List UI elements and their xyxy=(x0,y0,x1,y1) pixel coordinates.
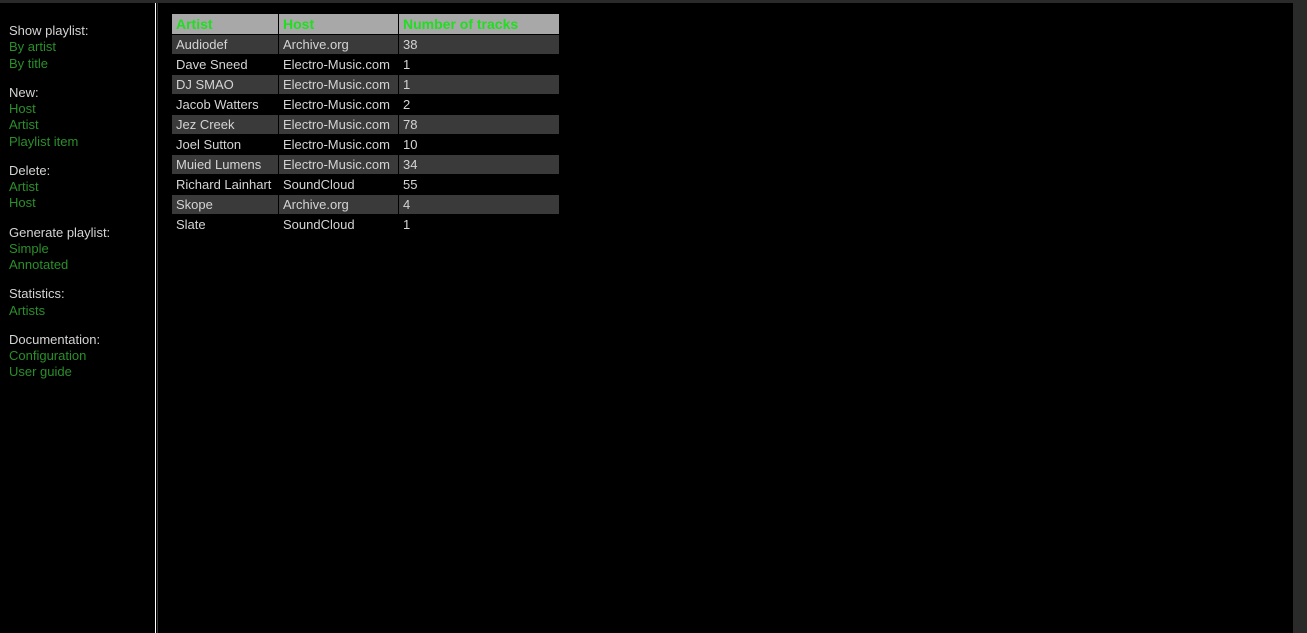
link-delete-artist[interactable]: Artist xyxy=(9,179,155,195)
link-generate-annotated[interactable]: Annotated xyxy=(9,257,155,273)
sidebar: Show playlist: By artist By title New: H… xyxy=(0,3,155,633)
table-row: AudiodefArchive.org38 xyxy=(172,35,559,54)
link-new-host[interactable]: Host xyxy=(9,101,155,117)
link-doc-configuration[interactable]: Configuration xyxy=(9,348,155,364)
section-show-playlist: Show playlist: By artist By title xyxy=(9,23,155,72)
table-row: SlateSoundCloud1 xyxy=(172,215,559,234)
cell-artist: Jacob Watters xyxy=(172,95,278,114)
cell-host: Archive.org xyxy=(279,35,398,54)
header-artist[interactable]: Artist xyxy=(172,14,278,34)
cell-tracks: 55 xyxy=(399,175,559,194)
section-generate-playlist: Generate playlist: Simple Annotated xyxy=(9,225,155,274)
cell-artist: Audiodef xyxy=(172,35,278,54)
link-doc-user-guide[interactable]: User guide xyxy=(9,364,155,380)
table-row: DJ SMAOElectro-Music.com1 xyxy=(172,75,559,94)
cell-artist: DJ SMAO xyxy=(172,75,278,94)
table-row: Jez CreekElectro-Music.com78 xyxy=(172,115,559,134)
cell-host: Electro-Music.com xyxy=(279,135,398,154)
link-by-title[interactable]: By title xyxy=(9,56,155,72)
label-new: New: xyxy=(9,85,155,101)
table-row: Jacob WattersElectro-Music.com2 xyxy=(172,95,559,114)
table-row: Muied LumensElectro-Music.com34 xyxy=(172,155,559,174)
cell-artist: Dave Sneed xyxy=(172,55,278,74)
cell-tracks: 1 xyxy=(399,75,559,94)
link-generate-simple[interactable]: Simple xyxy=(9,241,155,257)
cell-host: SoundCloud xyxy=(279,175,398,194)
main-content: Artist Host Number of tracks AudiodefArc… xyxy=(155,3,1307,633)
link-delete-host[interactable]: Host xyxy=(9,195,155,211)
section-documentation: Documentation: Configuration User guide xyxy=(9,332,155,381)
cell-tracks: 1 xyxy=(399,215,559,234)
section-new: New: Host Artist Playlist item xyxy=(9,85,155,150)
cell-tracks: 4 xyxy=(399,195,559,214)
section-delete: Delete: Artist Host xyxy=(9,163,155,212)
cell-artist: Joel Sutton xyxy=(172,135,278,154)
link-by-artist[interactable]: By artist xyxy=(9,39,155,55)
label-delete: Delete: xyxy=(9,163,155,179)
cell-artist: Slate xyxy=(172,215,278,234)
vertical-divider xyxy=(155,3,158,633)
right-edge-bar xyxy=(1293,3,1307,633)
cell-host: Electro-Music.com xyxy=(279,155,398,174)
cell-tracks: 2 xyxy=(399,95,559,114)
cell-host: Archive.org xyxy=(279,195,398,214)
table-row: Richard LainhartSoundCloud55 xyxy=(172,175,559,194)
cell-tracks: 10 xyxy=(399,135,559,154)
table-header-row: Artist Host Number of tracks xyxy=(172,14,559,34)
cell-tracks: 78 xyxy=(399,115,559,134)
table-row: Joel SuttonElectro-Music.com10 xyxy=(172,135,559,154)
header-host[interactable]: Host xyxy=(279,14,398,34)
label-show-playlist: Show playlist: xyxy=(9,23,155,39)
header-tracks[interactable]: Number of tracks xyxy=(399,14,559,34)
label-generate-playlist: Generate playlist: xyxy=(9,225,155,241)
cell-tracks: 34 xyxy=(399,155,559,174)
cell-artist: Muied Lumens xyxy=(172,155,278,174)
table-row: Dave SneedElectro-Music.com1 xyxy=(172,55,559,74)
cell-tracks: 1 xyxy=(399,55,559,74)
cell-host: SoundCloud xyxy=(279,215,398,234)
link-new-playlist-item[interactable]: Playlist item xyxy=(9,134,155,150)
link-new-artist[interactable]: Artist xyxy=(9,117,155,133)
cell-host: Electro-Music.com xyxy=(279,95,398,114)
label-statistics: Statistics: xyxy=(9,286,155,302)
cell-artist: Jez Creek xyxy=(172,115,278,134)
cell-host: Electro-Music.com xyxy=(279,75,398,94)
artists-table: Artist Host Number of tracks AudiodefArc… xyxy=(171,13,560,235)
cell-artist: Skope xyxy=(172,195,278,214)
cell-host: Electro-Music.com xyxy=(279,115,398,134)
cell-host: Electro-Music.com xyxy=(279,55,398,74)
section-statistics: Statistics: Artists xyxy=(9,286,155,319)
link-statistics-artists[interactable]: Artists xyxy=(9,303,155,319)
cell-artist: Richard Lainhart xyxy=(172,175,278,194)
cell-tracks: 38 xyxy=(399,35,559,54)
table-row: SkopeArchive.org4 xyxy=(172,195,559,214)
label-documentation: Documentation: xyxy=(9,332,155,348)
